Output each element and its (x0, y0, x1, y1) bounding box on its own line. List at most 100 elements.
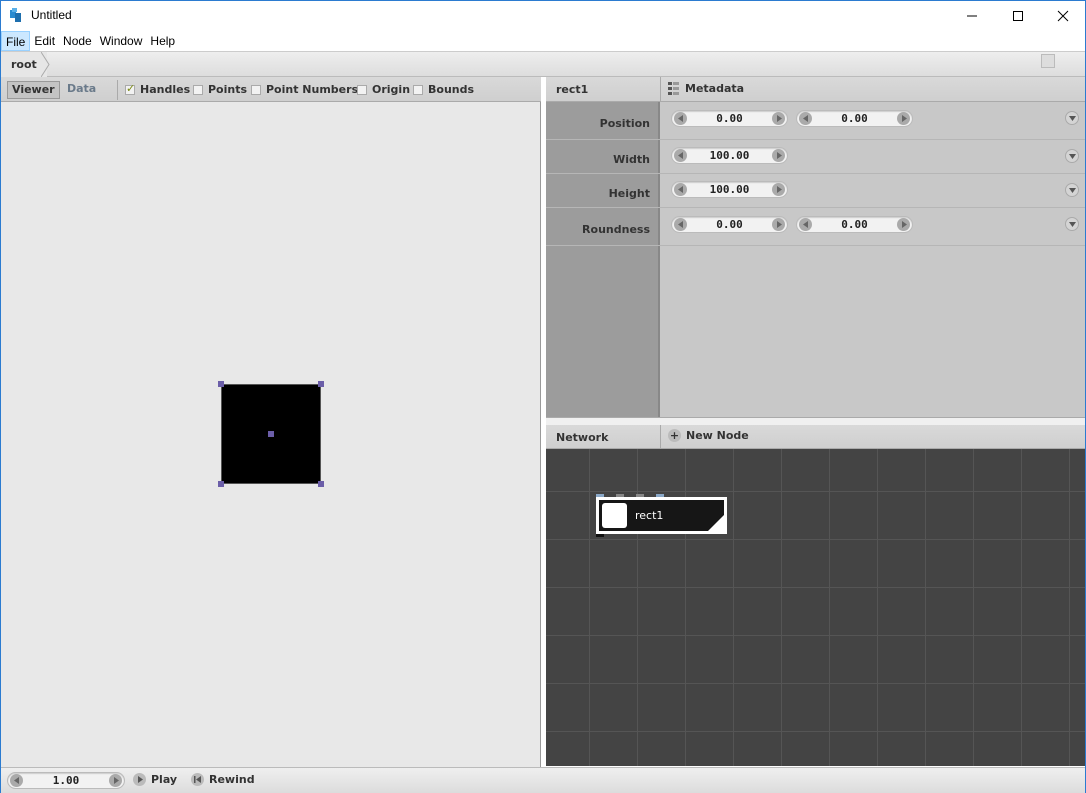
parameters-pane: rect1 Metadata Position 0.00 0.00 Width … (546, 77, 1085, 417)
param-menu-button[interactable] (1065, 183, 1079, 197)
new-node-button[interactable]: + New Node (668, 429, 749, 442)
handle-top-left[interactable] (218, 381, 224, 387)
roundness-y-spinner[interactable]: 0.00 (796, 216, 913, 233)
viewer-canvas[interactable] (1, 103, 540, 767)
frame-spinner[interactable]: 1.00 (7, 772, 125, 789)
width-spinner[interactable]: 100.00 (671, 147, 788, 164)
checkbox-icon (357, 84, 367, 95)
decrement-icon[interactable] (799, 218, 812, 231)
viewer-toolbar: Viewer Data Handles Points Point Numbers… (1, 77, 541, 102)
metadata-button[interactable]: Metadata (668, 82, 744, 95)
parameters-header: rect1 Metadata (546, 77, 1085, 102)
spinner-value: 100.00 (709, 183, 750, 196)
checkbox-checked-icon (125, 82, 135, 95)
position-y-spinner[interactable]: 0.00 (796, 110, 913, 127)
increment-icon[interactable] (772, 112, 785, 125)
decrement-icon[interactable] (674, 149, 687, 162)
decrement-icon[interactable] (799, 112, 812, 125)
new-node-label: New Node (686, 429, 749, 442)
param-menu-button[interactable] (1065, 111, 1079, 125)
viewer-pane: Viewer Data Handles Points Point Numbers… (1, 77, 541, 767)
playback-bar: 1.00 Play Rewind (1, 767, 1085, 793)
increment-icon[interactable] (772, 183, 785, 196)
selected-node-name: rect1 (556, 83, 589, 96)
breadcrumb-separator-icon (41, 52, 50, 77)
param-menu-button[interactable] (1065, 217, 1079, 231)
menu-help[interactable]: Help (146, 31, 179, 51)
checkbox-icon (413, 84, 423, 95)
origin-label: Origin (372, 83, 411, 96)
increment-icon[interactable] (897, 112, 910, 125)
breadcrumb-root[interactable]: root (1, 52, 47, 77)
height-spinner[interactable]: 100.00 (671, 181, 788, 198)
decrement-icon[interactable] (10, 774, 23, 787)
tab-data[interactable]: Data (63, 81, 100, 99)
param-label: Roundness (582, 223, 650, 236)
network-node-rect1[interactable]: rect1 (596, 497, 727, 534)
bounds-checkbox[interactable]: Bounds (413, 83, 474, 96)
node-thumbnail-icon (602, 503, 627, 528)
increment-icon[interactable] (897, 218, 910, 231)
handle-bottom-right[interactable] (318, 481, 324, 487)
checkbox-icon (193, 84, 203, 95)
menu-window[interactable]: Window (96, 31, 147, 51)
node-rendered-flag (707, 514, 725, 532)
handle-top-right[interactable] (318, 381, 324, 387)
param-label: Width (613, 153, 650, 166)
play-button[interactable]: Play (133, 773, 177, 786)
header-divider (660, 425, 661, 449)
spinner-value: 0.00 (841, 218, 868, 231)
rewind-button[interactable]: Rewind (191, 773, 255, 786)
point-numbers-label: Point Numbers (266, 83, 359, 96)
maximize-button[interactable] (995, 1, 1041, 31)
decrement-icon[interactable] (674, 218, 687, 231)
spinner-value: 0.00 (716, 218, 743, 231)
param-label: Position (599, 117, 650, 130)
tab-viewer[interactable]: Viewer (7, 81, 60, 99)
param-menu-button[interactable] (1065, 149, 1079, 163)
breadcrumb: root (1, 51, 1085, 77)
metadata-label: Metadata (685, 82, 745, 95)
menu-bar: File Edit Node Window Help (1, 31, 1085, 51)
handles-label: Handles (140, 83, 191, 96)
pane-toggle-button[interactable] (1041, 54, 1055, 68)
increment-icon[interactable] (772, 149, 785, 162)
checkbox-icon (251, 84, 261, 95)
spinner-value: 100.00 (709, 149, 750, 162)
origin-checkbox[interactable]: Origin (357, 83, 410, 96)
bounds-label: Bounds (428, 83, 475, 96)
chevron-down-icon (1068, 187, 1076, 193)
pane-splitter[interactable] (546, 417, 1085, 425)
close-button[interactable] (1040, 1, 1086, 31)
point-numbers-checkbox[interactable]: Point Numbers (251, 83, 358, 96)
param-row-position: Position 0.00 0.00 (546, 102, 1085, 140)
handles-checkbox[interactable]: Handles (125, 82, 191, 96)
handle-center[interactable] (268, 431, 274, 437)
minimize-button[interactable] (949, 1, 995, 31)
decrement-icon[interactable] (674, 112, 687, 125)
play-label: Play (151, 773, 178, 786)
roundness-x-spinner[interactable]: 0.00 (671, 216, 788, 233)
window-title: Untitled (31, 8, 72, 22)
network-canvas[interactable]: rect1 (546, 449, 1085, 766)
maximize-icon (1013, 11, 1023, 21)
node-output-port[interactable] (596, 534, 604, 537)
app-logo-icon (10, 8, 21, 22)
minimize-icon (967, 15, 977, 17)
increment-icon[interactable] (772, 218, 785, 231)
decrement-icon[interactable] (674, 183, 687, 196)
rewind-icon (191, 773, 204, 786)
param-row-roundness: Roundness 0.00 0.00 (546, 208, 1085, 246)
menu-node[interactable]: Node (59, 31, 96, 51)
position-x-spinner[interactable]: 0.00 (671, 110, 788, 127)
param-row-width: Width 100.00 (546, 140, 1085, 174)
node-label: rect1 (635, 509, 664, 522)
menu-file[interactable]: File (1, 31, 31, 51)
points-checkbox[interactable]: Points (193, 83, 247, 96)
menu-edit[interactable]: Edit (30, 31, 59, 51)
network-title: Network (556, 431, 609, 444)
increment-icon[interactable] (109, 774, 122, 787)
title-bar: Untitled (1, 1, 1085, 31)
app-window: Untitled File Edit Node Window Help root… (0, 0, 1086, 793)
handle-bottom-left[interactable] (218, 481, 224, 487)
